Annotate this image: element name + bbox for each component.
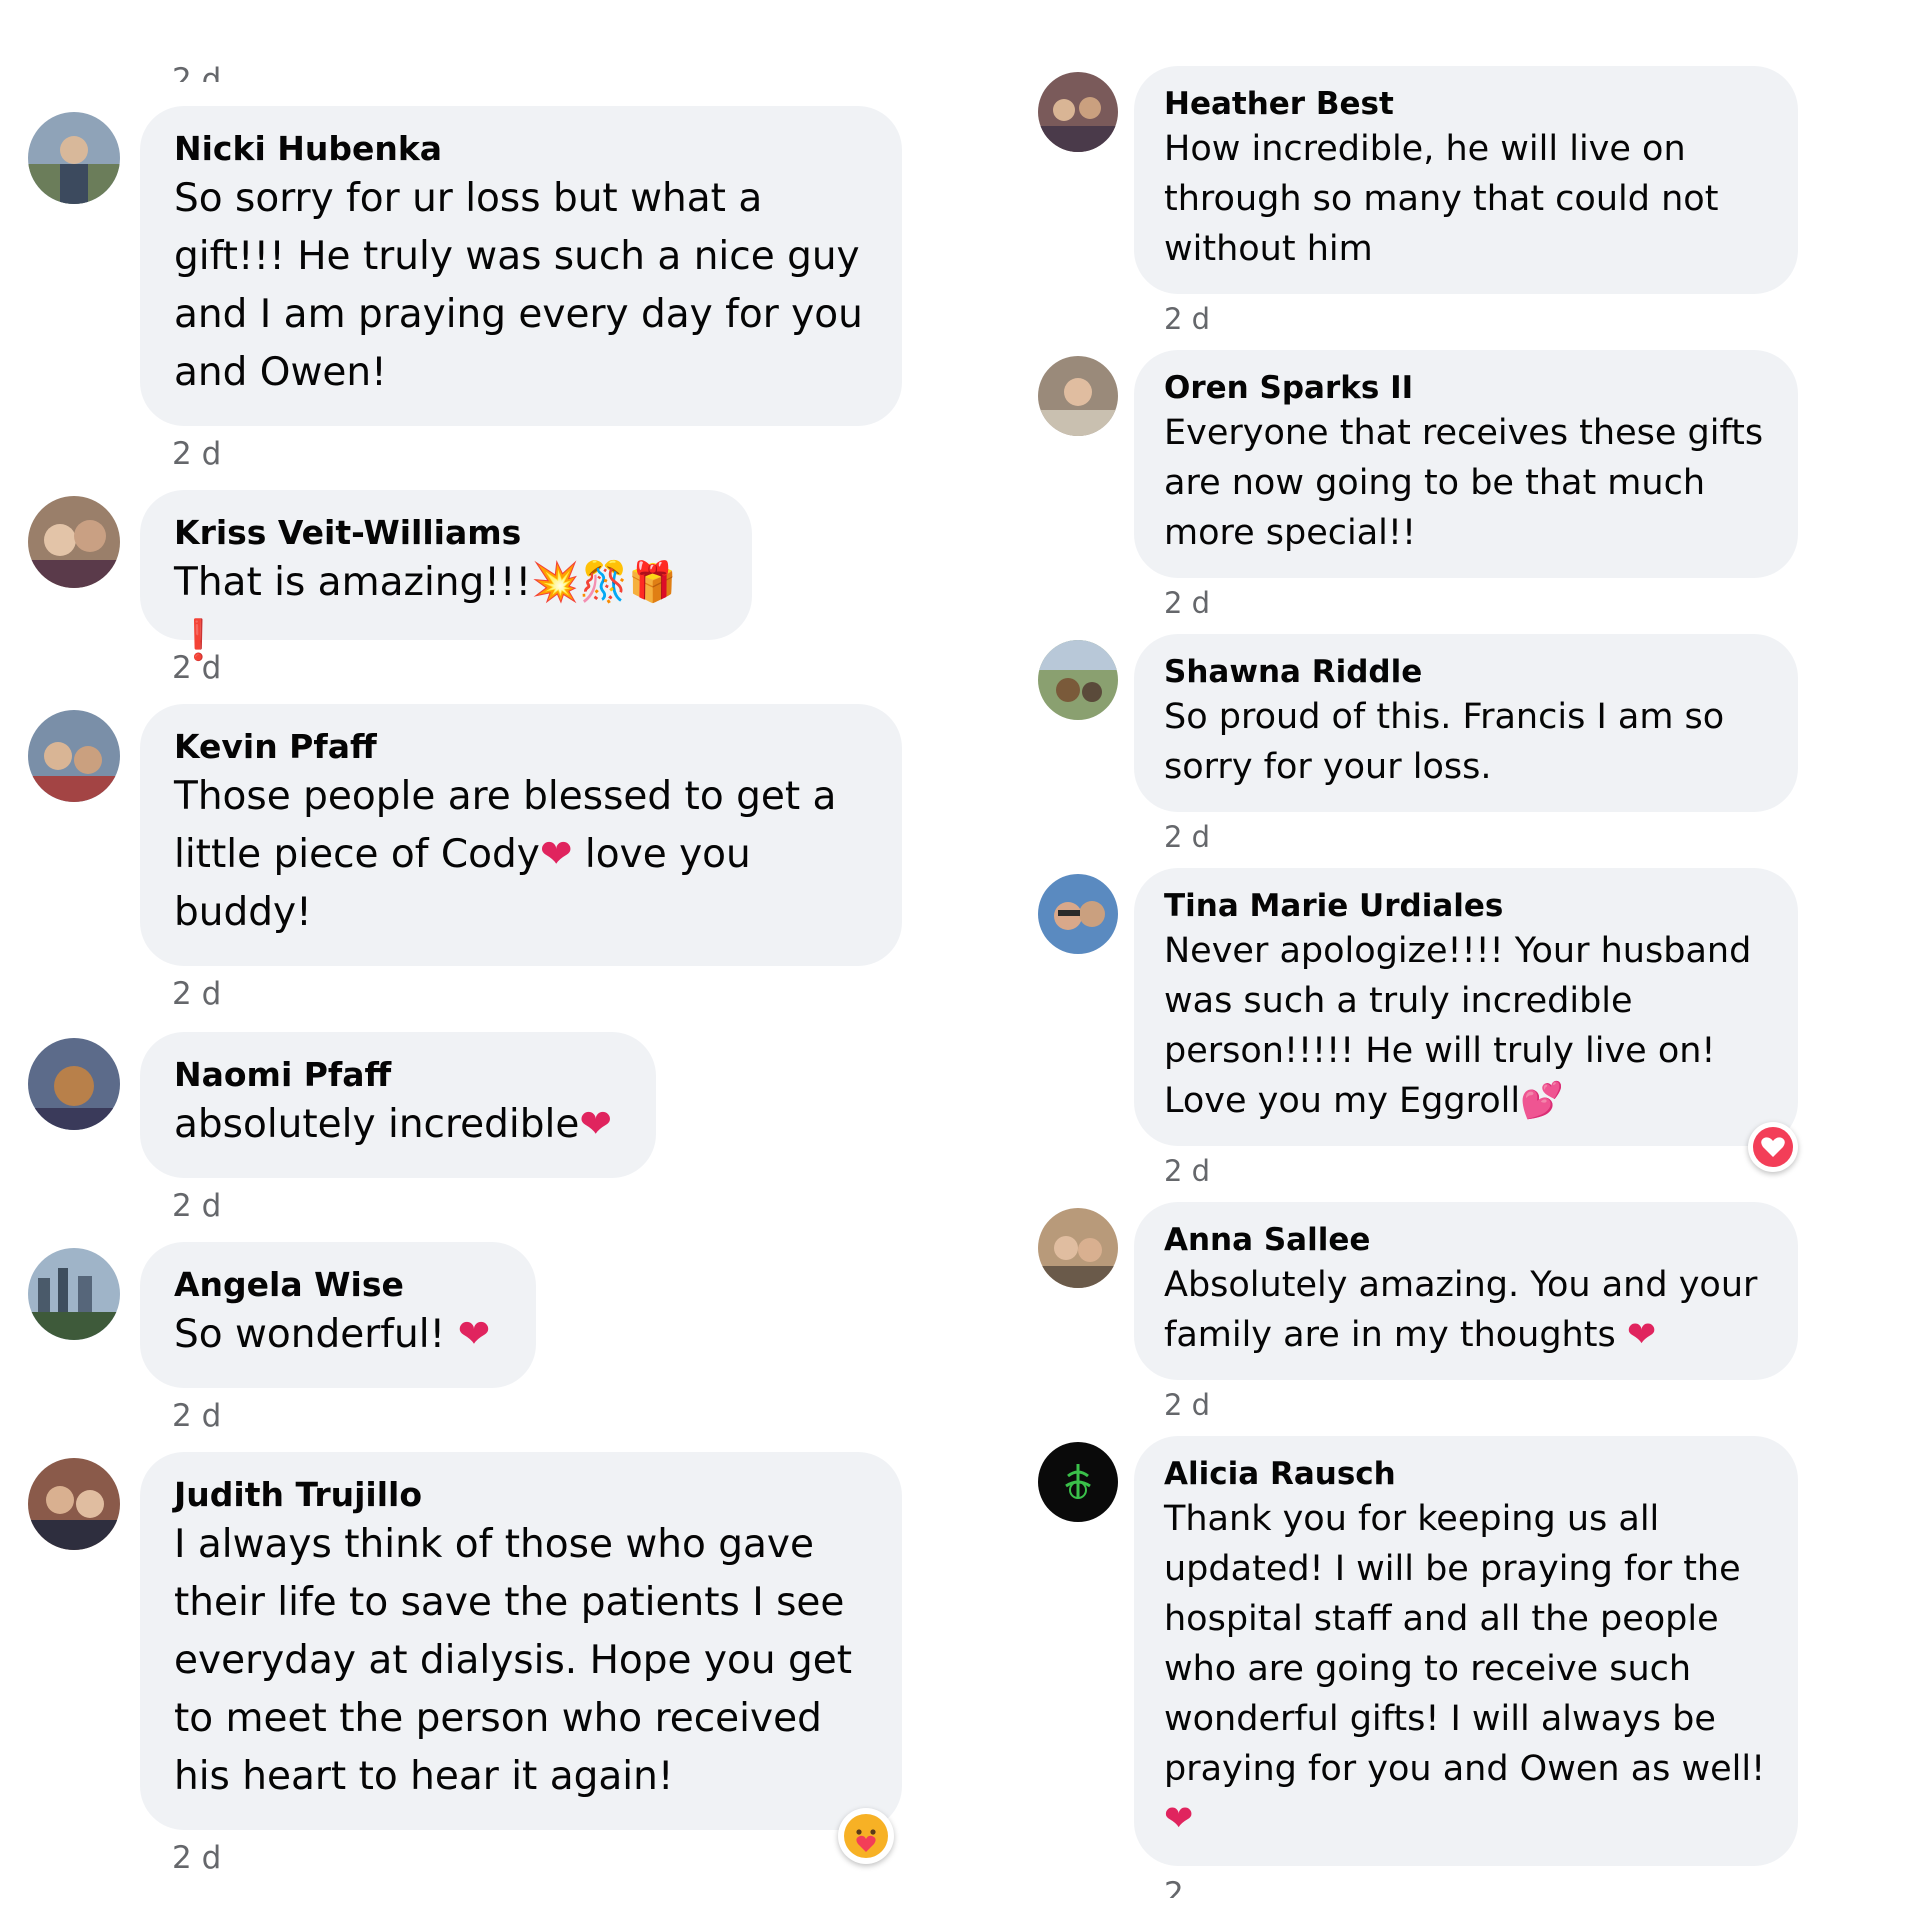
comment-bubble: Anna Sallee Absolutely amazing. You and … bbox=[1134, 1202, 1798, 1380]
comment-bubble: Tina Marie Urdiales Never apologize!!!! … bbox=[1134, 868, 1798, 1146]
heart-emoji-icon: ❤ bbox=[1164, 1799, 1194, 1839]
comment-timestamp[interactable]: 2 d bbox=[1164, 302, 1210, 336]
heart-emoji-icon: ❤ bbox=[579, 1102, 613, 1147]
comment-timestamp[interactable]: 2 d bbox=[172, 436, 221, 472]
profile-photo-icon bbox=[28, 710, 120, 802]
comment-text: Absolutely amazing. You and your family … bbox=[1164, 1265, 1758, 1355]
comment-text: So sorry for ur loss but what a gift!!! … bbox=[174, 176, 863, 395]
profile-photo-icon bbox=[28, 1248, 120, 1340]
avatar[interactable] bbox=[1038, 640, 1118, 720]
comment-text: So proud of this. Francis I am so sorry … bbox=[1164, 697, 1725, 787]
comment-timestamp[interactable]: 2 d bbox=[1164, 1388, 1210, 1422]
comment-timestamp[interactable]: 2 d bbox=[1164, 1154, 1210, 1188]
comment-timestamp[interactable]: 2 d bbox=[172, 1188, 221, 1224]
comment-text: How incredible, he will live on through … bbox=[1164, 129, 1719, 269]
comment-timestamp[interactable]: 2 d bbox=[1164, 820, 1210, 854]
comment-text: So wonderful! ❤ bbox=[174, 1312, 491, 1357]
comment-text: Thank you for keeping us all updated! I … bbox=[1164, 1499, 1766, 1839]
comment-author[interactable]: Oren Sparks II bbox=[1164, 368, 1768, 408]
comment-author[interactable]: Kriss Veit-Williams bbox=[174, 512, 718, 554]
profile-photo-icon bbox=[1038, 874, 1118, 954]
comment-bubble: Kevin Pfaff Those people are blessed to … bbox=[140, 704, 902, 966]
profile-photo-icon bbox=[28, 496, 120, 588]
avatar[interactable] bbox=[28, 1458, 120, 1550]
care-reaction-icon[interactable] bbox=[838, 1808, 894, 1864]
avatar[interactable] bbox=[28, 1038, 120, 1130]
comment-bubble: Angela Wise So wonderful! ❤ bbox=[140, 1242, 536, 1388]
heart-emoji-icon: ❤ bbox=[539, 832, 573, 877]
avatar[interactable] bbox=[28, 112, 120, 204]
comment-text: absolutely incredible❤ bbox=[174, 1102, 613, 1147]
comment-text: Never apologize!!!! Your husband was suc… bbox=[1164, 931, 1752, 1121]
profile-photo-icon bbox=[1038, 640, 1118, 720]
comment-timestamp[interactable]: 2 d bbox=[172, 1840, 221, 1876]
comment-timestamp[interactable]: 2 d bbox=[172, 650, 221, 686]
comment-bubble: Oren Sparks II Everyone that receives th… bbox=[1134, 350, 1798, 578]
comment-bubble: Heather Best How incredible, he will liv… bbox=[1134, 66, 1798, 294]
avatar[interactable] bbox=[28, 496, 120, 588]
comment-author[interactable]: Heather Best bbox=[1164, 84, 1768, 124]
avatar[interactable] bbox=[1038, 874, 1118, 954]
avatar[interactable] bbox=[28, 710, 120, 802]
comment-bubble: Naomi Pfaff absolutely incredible❤ bbox=[140, 1032, 656, 1178]
comment-timestamp[interactable]: 2 d bbox=[172, 62, 221, 82]
comment-text: That is amazing!!!💥🎊🎁❗ bbox=[174, 560, 677, 663]
comment-author[interactable]: Kevin Pfaff bbox=[174, 726, 868, 768]
comment-text: I always think of those who gave their l… bbox=[174, 1522, 853, 1799]
comment-author[interactable]: Anna Sallee bbox=[1164, 1220, 1768, 1260]
comment-author[interactable]: Alicia Rausch bbox=[1164, 1454, 1768, 1494]
heart-emoji-icon: ❤ bbox=[457, 1312, 491, 1357]
love-reaction-icon[interactable] bbox=[1748, 1122, 1798, 1172]
avatar[interactable] bbox=[1038, 356, 1118, 436]
profile-photo-icon bbox=[1038, 72, 1118, 152]
avatar[interactable] bbox=[28, 1248, 120, 1340]
comment-author[interactable]: Shawna Riddle bbox=[1164, 652, 1768, 692]
comment-author[interactable]: Angela Wise bbox=[174, 1264, 502, 1306]
comment-timestamp[interactable]: 2 d bbox=[172, 976, 221, 1012]
comment-bubble: Alicia Rausch Thank you for keeping us a… bbox=[1134, 1436, 1798, 1866]
comment-timestamp[interactable]: 2 d bbox=[172, 1398, 221, 1434]
profile-photo-icon bbox=[1038, 356, 1118, 436]
comment-author[interactable]: Naomi Pfaff bbox=[174, 1054, 622, 1096]
comment-timestamp[interactable]: 2 d bbox=[1164, 1876, 1184, 1898]
heart-emoji-icon: ❤ bbox=[1626, 1315, 1657, 1355]
profile-photo-icon bbox=[28, 1038, 120, 1130]
profile-photo-icon bbox=[1038, 1442, 1118, 1522]
comment-text: Everyone that receives these gifts are n… bbox=[1164, 413, 1764, 553]
comment-bubble: Shawna Riddle So proud of this. Francis … bbox=[1134, 634, 1798, 812]
avatar[interactable] bbox=[1038, 1208, 1118, 1288]
comment-bubble: Nicki Hubenka So sorry for ur loss but w… bbox=[140, 106, 902, 426]
two-hearts-emoji-icon: 💕 bbox=[1520, 1081, 1564, 1121]
comment-text: Those people are blessed to get a little… bbox=[174, 774, 837, 935]
comment-author[interactable]: Tina Marie Urdiales bbox=[1164, 886, 1768, 926]
profile-photo-icon bbox=[1038, 1208, 1118, 1288]
avatar[interactable] bbox=[1038, 72, 1118, 152]
profile-photo-icon bbox=[28, 112, 120, 204]
comment-timestamp[interactable]: 2 d bbox=[1164, 586, 1210, 620]
comment-bubble: Kriss Veit-Williams That is amazing!!!💥🎊… bbox=[140, 490, 752, 663]
profile-photo-icon bbox=[28, 1458, 120, 1550]
comment-author[interactable]: Judith Trujillo bbox=[174, 1474, 868, 1516]
avatar[interactable] bbox=[1038, 1442, 1118, 1522]
comment-bubble: Judith Trujillo I always think of those … bbox=[140, 1452, 902, 1830]
comment-author[interactable]: Nicki Hubenka bbox=[174, 128, 868, 170]
